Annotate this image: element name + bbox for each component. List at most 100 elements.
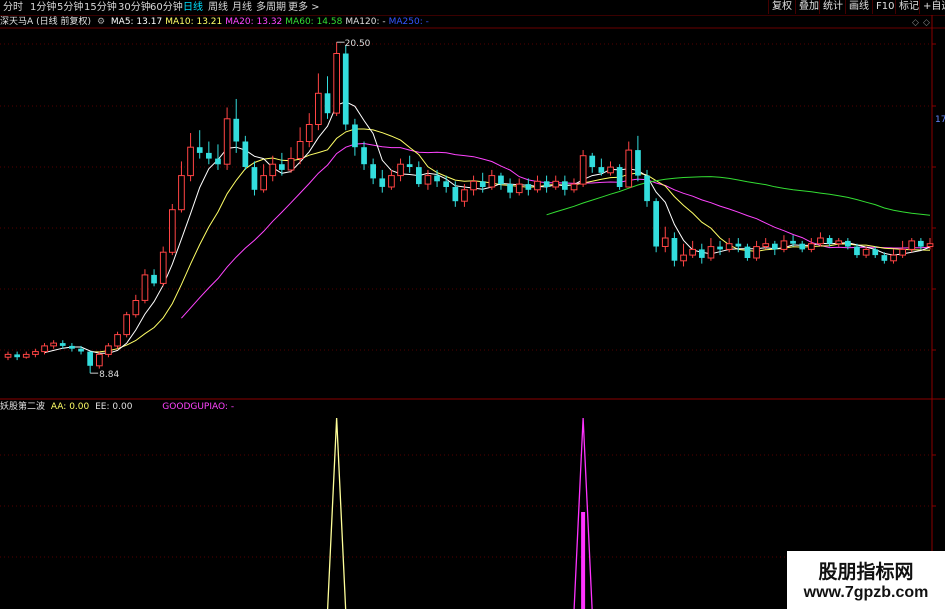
candle-up bbox=[4, 353, 12, 358]
candle-up bbox=[41, 345, 48, 353]
candle-up bbox=[114, 334, 121, 347]
candle-up bbox=[926, 243, 934, 247]
candle-up bbox=[333, 53, 340, 114]
candle-up bbox=[169, 209, 176, 253]
candle-down bbox=[342, 53, 349, 125]
kline-chart[interactable]: 17 ◇ ◇ 20.50 8.84 bbox=[0, 0, 945, 609]
diamond-icon: ◇ bbox=[923, 18, 930, 28]
candle-down bbox=[507, 184, 513, 193]
candle-down bbox=[479, 181, 486, 187]
candle-up bbox=[32, 351, 39, 355]
candle-down bbox=[872, 249, 879, 256]
watermark-title: 股朋指标网 bbox=[818, 561, 914, 583]
candle-up bbox=[159, 251, 167, 284]
low-label: 8.84 bbox=[99, 370, 119, 380]
candle-up bbox=[132, 300, 140, 316]
candle-up bbox=[534, 180, 541, 191]
candle-down bbox=[598, 167, 605, 173]
candle-up bbox=[96, 353, 103, 367]
candle-up bbox=[570, 183, 578, 191]
candle-up bbox=[461, 189, 468, 202]
candle-up bbox=[707, 246, 715, 259]
candle-down bbox=[215, 158, 221, 165]
candle-up bbox=[607, 166, 614, 174]
candle-up bbox=[488, 175, 496, 188]
candle-down bbox=[443, 181, 449, 187]
ma5-line bbox=[44, 101, 931, 354]
candle-down bbox=[717, 246, 723, 250]
price-axis-label: 17 bbox=[935, 115, 945, 125]
candle-down bbox=[69, 345, 75, 349]
indicator-legend: 妖股第二波 AA: 0.00 EE: 0.00 GOODGUPIAO: - bbox=[0, 401, 237, 413]
candle-down bbox=[543, 181, 550, 187]
candle-up bbox=[50, 342, 57, 347]
candle-up bbox=[388, 175, 395, 188]
candle-down bbox=[87, 351, 93, 366]
candle-down bbox=[279, 164, 285, 170]
candle-up bbox=[22, 353, 30, 358]
candle-up bbox=[899, 248, 906, 256]
candle-down bbox=[379, 178, 386, 187]
candle-down bbox=[14, 354, 20, 358]
candle-up bbox=[579, 155, 587, 185]
candle-up bbox=[287, 158, 295, 171]
candle-up bbox=[753, 246, 760, 259]
candle-up bbox=[397, 163, 404, 177]
watermark-url: www.7gpzb.com bbox=[803, 584, 929, 601]
candle-down bbox=[699, 249, 705, 258]
candle-up bbox=[123, 314, 131, 336]
candle-up bbox=[680, 254, 687, 262]
candle-up bbox=[817, 237, 824, 245]
candle-down bbox=[635, 150, 641, 176]
candle-down bbox=[589, 155, 596, 168]
candle-down bbox=[242, 141, 249, 167]
high-label: 20.50 bbox=[345, 39, 371, 49]
candle-up bbox=[470, 180, 477, 191]
candle-down bbox=[452, 187, 459, 202]
candle-up bbox=[178, 175, 185, 211]
candle-up bbox=[689, 248, 696, 256]
candle-down bbox=[78, 348, 84, 352]
watermark: 股朋指标网 www.7gpzb.com bbox=[787, 551, 945, 609]
candle-up bbox=[223, 118, 231, 165]
candle-down bbox=[735, 243, 742, 247]
indicator-aa: AA: 0.00 bbox=[50, 402, 90, 412]
candle-down bbox=[854, 246, 860, 256]
candle-down bbox=[653, 201, 659, 247]
indicator-bar bbox=[581, 512, 586, 609]
expand-icon: ◇ bbox=[912, 18, 919, 28]
candle-up bbox=[625, 149, 633, 188]
candle-down bbox=[799, 243, 806, 250]
candle-down bbox=[324, 93, 331, 114]
candle-down bbox=[251, 167, 258, 190]
candle-down bbox=[616, 167, 623, 187]
candle-down bbox=[644, 175, 650, 202]
candle-up bbox=[105, 345, 112, 355]
candle-down bbox=[196, 147, 203, 153]
candle-down bbox=[498, 175, 504, 185]
candle-up bbox=[890, 254, 897, 262]
indicator-ee: EE: 0.00 bbox=[95, 402, 133, 412]
candle-down bbox=[370, 164, 376, 179]
candle-up bbox=[296, 141, 304, 159]
indicator-name[interactable]: 妖股第二波 bbox=[0, 402, 45, 412]
indicator-tag: GOODGUPIAO: - bbox=[162, 402, 235, 412]
candle-up bbox=[141, 274, 149, 301]
candle-down bbox=[845, 240, 851, 247]
candle-up bbox=[780, 240, 788, 250]
candle-up bbox=[315, 92, 322, 126]
candle-down bbox=[744, 246, 751, 258]
candle-up bbox=[835, 240, 843, 245]
candle-down bbox=[406, 164, 413, 167]
candle-down bbox=[434, 175, 440, 182]
candle-down bbox=[826, 238, 833, 244]
candle-up bbox=[187, 146, 194, 177]
candle-down bbox=[361, 147, 367, 165]
candle-down bbox=[671, 238, 678, 261]
candle-down bbox=[918, 240, 924, 247]
candle-up bbox=[515, 183, 523, 194]
candle-up bbox=[725, 243, 733, 250]
candle-down bbox=[416, 167, 422, 185]
candle-down bbox=[233, 118, 240, 142]
candle-up bbox=[862, 248, 870, 256]
